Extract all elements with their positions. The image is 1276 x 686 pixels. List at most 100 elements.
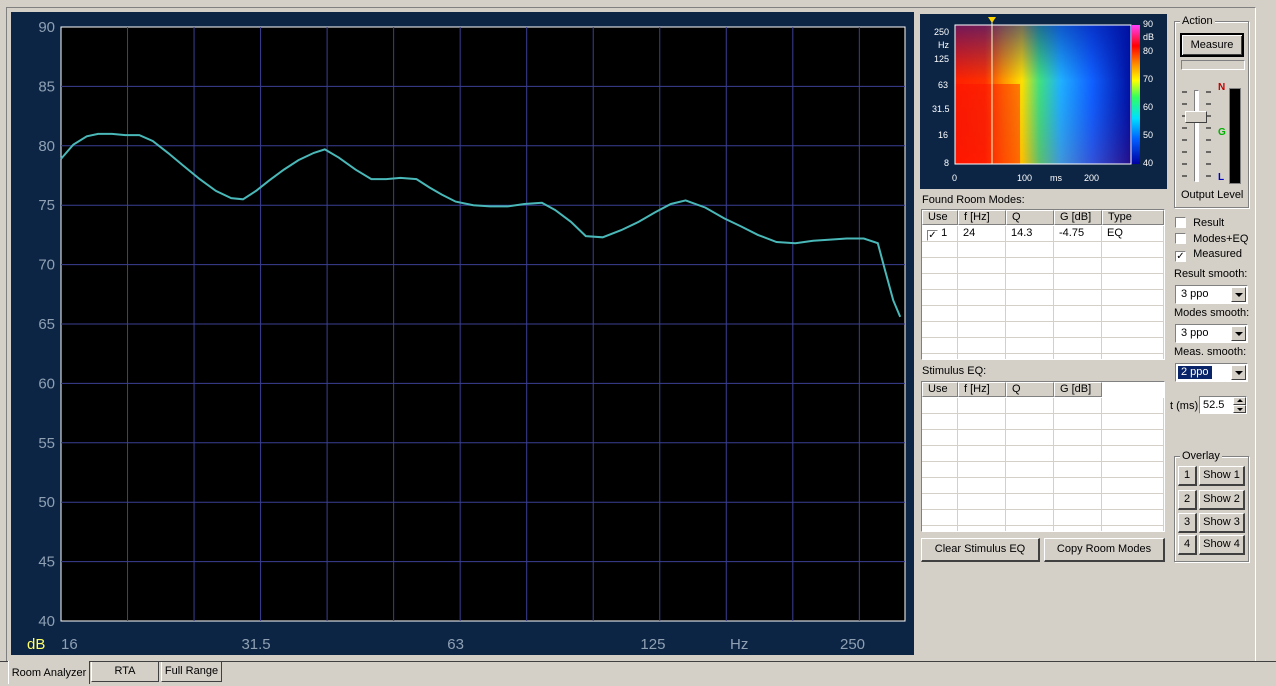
tab-full-range[interactable]: Full Range (161, 662, 222, 682)
empty-cell (1102, 338, 1164, 354)
empty-row (922, 462, 1164, 478)
empty-row (922, 494, 1164, 510)
result-checkbox[interactable] (1175, 217, 1186, 228)
spectro-y-250: 250 (934, 27, 949, 37)
empty-cell (1102, 322, 1164, 338)
found-modes-table[interactable]: Use f [Hz] Q G [dB] Type ✓ 1 24 14.3 -4.… (921, 209, 1165, 360)
output-level-slider[interactable] (1180, 88, 1212, 184)
show-2-button[interactable]: Show 2 (1199, 490, 1245, 510)
y-tick-label: 45 (38, 554, 55, 571)
measure-button[interactable]: Measure (1180, 33, 1244, 57)
stimulus-eq-header: Use f [Hz] Q G [dB] (922, 382, 1102, 397)
stimulus-eq-title: Stimulus EQ: (922, 365, 987, 377)
empty-cell (922, 338, 958, 354)
y-tick-label: 40 (38, 613, 55, 630)
empty-cell (1006, 494, 1054, 510)
result-smooth-select[interactable]: 3 ppo (1175, 285, 1248, 304)
empty-cell (1054, 306, 1102, 322)
col-type[interactable]: Type (1102, 210, 1164, 225)
clear-stimulus-eq-button[interactable]: Clear Stimulus EQ (921, 538, 1040, 562)
col-freq[interactable]: f [Hz] (958, 210, 1006, 225)
empty-cell (1054, 414, 1102, 430)
x-tick-label: 31.5 (241, 636, 270, 653)
modes-smooth-label: Modes smooth: (1174, 307, 1250, 319)
spin-down-button[interactable] (1233, 405, 1246, 413)
meter-label-n: N (1218, 82, 1226, 93)
empty-cell (1054, 510, 1102, 526)
x-tick-label: 125 (640, 636, 665, 653)
empty-cell (922, 354, 958, 359)
overlay-4-button[interactable]: 4 (1178, 535, 1197, 555)
mode-use-checkbox[interactable]: ✓ (927, 230, 938, 241)
empty-cell (958, 306, 1006, 322)
empty-cell (958, 338, 1006, 354)
spectro-x-100: 100 (1017, 173, 1032, 183)
empty-cell (1102, 354, 1164, 359)
empty-cell (1006, 430, 1054, 446)
chevron-down-icon[interactable] (1231, 326, 1246, 341)
overlay-1-button[interactable]: 1 (1178, 466, 1197, 486)
col-gain[interactable]: G [dB] (1054, 382, 1102, 397)
empty-cell (1006, 526, 1054, 531)
table-row[interactable]: ✓ 1 24 14.3 -4.75 EQ (922, 226, 1164, 242)
y-tick-label: 70 (38, 257, 55, 274)
col-freq[interactable]: f [Hz] (958, 382, 1006, 397)
overlay-3-button[interactable]: 3 (1178, 513, 1197, 533)
time-input[interactable]: 52.5 (1199, 396, 1247, 414)
empty-cell (958, 354, 1006, 359)
chevron-down-icon[interactable] (1231, 287, 1246, 302)
empty-cell (922, 446, 958, 462)
mode-use-cell[interactable]: ✓ 1 (922, 226, 958, 242)
empty-cell (1054, 494, 1102, 510)
copy-room-modes-button[interactable]: Copy Room Modes (1044, 538, 1165, 562)
result-checkbox-row[interactable]: Result (1175, 217, 1224, 229)
overlay-2-button[interactable]: 2 (1178, 490, 1197, 510)
empty-cell (1054, 338, 1102, 354)
modes-eq-checkbox[interactable] (1175, 233, 1186, 244)
empty-cell (1102, 306, 1164, 322)
show-3-button[interactable]: Show 3 (1199, 513, 1245, 533)
slider-thumb[interactable] (1185, 111, 1207, 123)
col-use[interactable]: Use (922, 210, 958, 225)
col-q[interactable]: Q (1006, 382, 1054, 397)
empty-cell (922, 274, 958, 290)
meas-smooth-select[interactable]: 2 ppo (1175, 363, 1248, 382)
colorbar (1132, 25, 1140, 164)
empty-cell (958, 494, 1006, 510)
modes-smooth-select[interactable]: 3 ppo (1175, 324, 1248, 343)
measure-progress-bar (1181, 60, 1245, 70)
empty-row (922, 430, 1164, 446)
col-q[interactable]: Q (1006, 210, 1054, 225)
empty-cell (1102, 290, 1164, 306)
show-4-button[interactable]: Show 4 (1199, 535, 1245, 555)
show-1-button[interactable]: Show 1 (1199, 466, 1245, 486)
overlay-group-title: Overlay (1180, 450, 1222, 462)
empty-cell (958, 242, 1006, 258)
col-use[interactable]: Use (922, 382, 958, 397)
tab-rta[interactable]: RTA (91, 662, 159, 682)
time-label: t (ms) (1170, 400, 1199, 412)
empty-cell (1102, 510, 1164, 526)
meas-smooth-label: Meas. smooth: (1174, 346, 1247, 358)
empty-cell (958, 290, 1006, 306)
spin-up-button[interactable] (1233, 397, 1246, 405)
chevron-down-icon[interactable] (1231, 365, 1246, 380)
col-gain[interactable]: G [dB] (1054, 210, 1102, 225)
empty-cell (922, 242, 958, 258)
empty-cell (1102, 494, 1164, 510)
empty-cell (1102, 446, 1164, 462)
tab-room-analyzer[interactable]: Room Analyzer (8, 661, 90, 684)
time-cursor-marker (988, 17, 996, 23)
measured-checkbox-row[interactable]: ✓ Measured (1175, 248, 1242, 262)
empty-cell (1102, 414, 1164, 430)
y-tick-label: 85 (38, 78, 55, 95)
meter-label-g: G (1218, 127, 1226, 138)
stimulus-eq-table[interactable]: Use f [Hz] Q G [dB] (921, 381, 1165, 532)
measured-checkbox[interactable]: ✓ (1175, 251, 1186, 262)
y-axis-ticks: 90 85 80 75 70 65 60 55 50 45 40 (38, 19, 55, 630)
colorbar-90: 90 (1143, 19, 1153, 29)
spectro-y-8: 8 (944, 158, 949, 168)
empty-cell (1006, 510, 1054, 526)
modes-eq-checkbox-row[interactable]: Modes+EQ (1175, 233, 1248, 245)
level-meter (1229, 88, 1241, 184)
